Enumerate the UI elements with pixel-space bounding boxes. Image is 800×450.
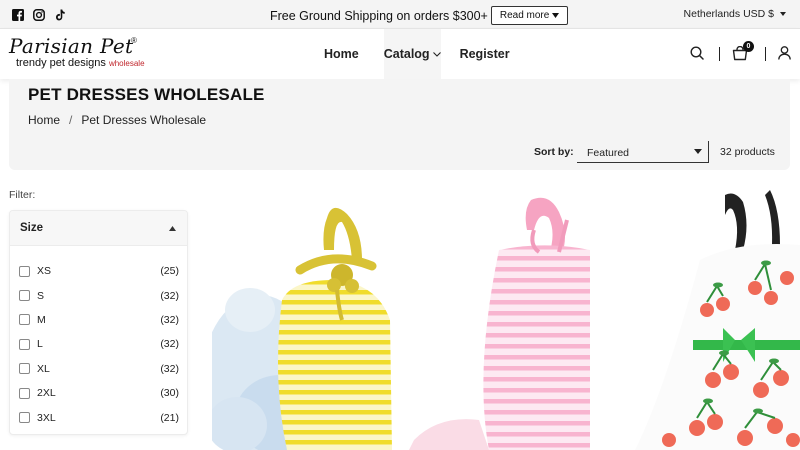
sort-label: Sort by:	[534, 146, 574, 158]
logo[interactable]: Parisian Pet ® trendy pet designs wholes…	[9, 34, 149, 73]
product-image-cherry-print-dress[interactable]	[605, 190, 800, 450]
size-checkbox[interactable]	[19, 387, 30, 399]
size-option-s[interactable]: S (32)	[19, 283, 179, 307]
nav-home[interactable]: Home	[324, 47, 359, 61]
size-checkbox[interactable]	[19, 290, 30, 302]
site-header: Parisian Pet ® trendy pet designs wholes…	[0, 29, 800, 79]
announcement-text: Free Ground Shipping on orders $300+	[270, 8, 488, 23]
size-label: 3XL	[37, 411, 56, 424]
size-count: (21)	[160, 411, 179, 424]
size-options: XS (25) S (32) M (32) L (32) XL (32) 2XL…	[19, 259, 179, 430]
header-divider	[765, 47, 766, 61]
read-more-button[interactable]: Read more	[490, 6, 569, 25]
caret-down-icon	[552, 13, 560, 18]
filter-panel: Size XS (25) S (32) M (32) L (32) XL (32…	[9, 210, 188, 435]
size-option-3xl[interactable]: 3XL (21)	[19, 405, 179, 429]
facebook-icon[interactable]	[12, 8, 24, 21]
size-count: (32)	[160, 338, 179, 351]
size-option-m[interactable]: M (32)	[19, 308, 179, 332]
size-checkbox[interactable]	[19, 363, 30, 375]
size-label: 2XL	[37, 387, 56, 400]
locale-label: Netherlands USD $	[683, 8, 774, 20]
caret-down-icon	[694, 149, 702, 154]
read-more-label: Read more	[499, 10, 550, 21]
size-count: (32)	[160, 313, 179, 326]
logo-wordmark: Parisian Pet	[9, 34, 134, 58]
nav-register[interactable]: Register	[460, 47, 510, 61]
locale-selector[interactable]: Netherlands USD $	[684, 8, 786, 20]
size-checkbox[interactable]	[19, 338, 30, 350]
size-label: XL	[37, 362, 50, 375]
size-count: (25)	[160, 265, 179, 278]
page-title: PET DRESSES WHOLESALE	[28, 85, 265, 104]
announcement-bar: Free Ground Shipping on orders $300+ Rea…	[0, 0, 800, 29]
size-label: S	[37, 289, 45, 302]
caret-up-icon	[169, 226, 176, 231]
nav-catalog[interactable]: Catalog	[383, 29, 441, 79]
instagram-icon[interactable]	[33, 8, 45, 21]
header-icons	[690, 29, 800, 79]
search-icon[interactable]	[690, 46, 704, 60]
logo-tagline: trendy pet designs wholesale	[16, 57, 145, 69]
filter-group-title: Size	[20, 222, 44, 234]
size-label: M	[37, 313, 46, 326]
announcement: Free Ground Shipping on orders $300+ Rea…	[270, 6, 569, 25]
size-label: L	[37, 338, 43, 351]
breadcrumb-home[interactable]: Home	[28, 113, 60, 127]
filter-group-header[interactable]: Size	[10, 211, 187, 246]
breadcrumb-current: Pet Dresses Wholesale	[81, 113, 207, 127]
size-count: (32)	[160, 289, 179, 302]
size-checkbox[interactable]	[19, 412, 30, 424]
size-option-xl[interactable]: XL (32)	[19, 357, 179, 381]
size-checkbox[interactable]	[19, 314, 30, 326]
logo-wholesale: wholesale	[108, 59, 145, 68]
header-divider	[719, 47, 720, 61]
chevron-down-icon	[432, 51, 441, 57]
cart-count-badge: 0	[743, 41, 754, 52]
product-image-yellow-striped-dress[interactable]	[212, 190, 392, 450]
logo-tagline-text: trendy pet designs	[16, 57, 106, 69]
breadcrumb-separator: /	[69, 113, 73, 127]
logo-registered-mark: ®	[131, 36, 137, 45]
size-label: XS	[37, 265, 52, 278]
product-image-pink-striped-dress[interactable]	[409, 190, 590, 450]
social-links	[12, 8, 66, 21]
caret-down-icon	[780, 12, 786, 16]
size-count: (30)	[160, 387, 179, 400]
size-option-l[interactable]: L (32)	[19, 332, 179, 356]
breadcrumb: Home / Pet Dresses Wholesale	[28, 113, 206, 127]
filter-label: Filter:	[9, 189, 36, 201]
sort-select[interactable]: Featured	[577, 141, 709, 163]
size-count: (32)	[160, 362, 179, 375]
tiktok-icon[interactable]	[54, 8, 66, 21]
size-option-2xl[interactable]: 2XL (30)	[19, 381, 179, 405]
sort-value: Featured	[587, 147, 630, 159]
account-icon[interactable]	[778, 46, 791, 60]
size-checkbox[interactable]	[19, 265, 30, 277]
product-count: 32 products	[720, 146, 775, 158]
nav-catalog-label: Catalog	[383, 47, 430, 61]
main-nav: Home Catalog Register	[324, 29, 510, 79]
size-option-xs[interactable]: XS (25)	[19, 259, 179, 283]
